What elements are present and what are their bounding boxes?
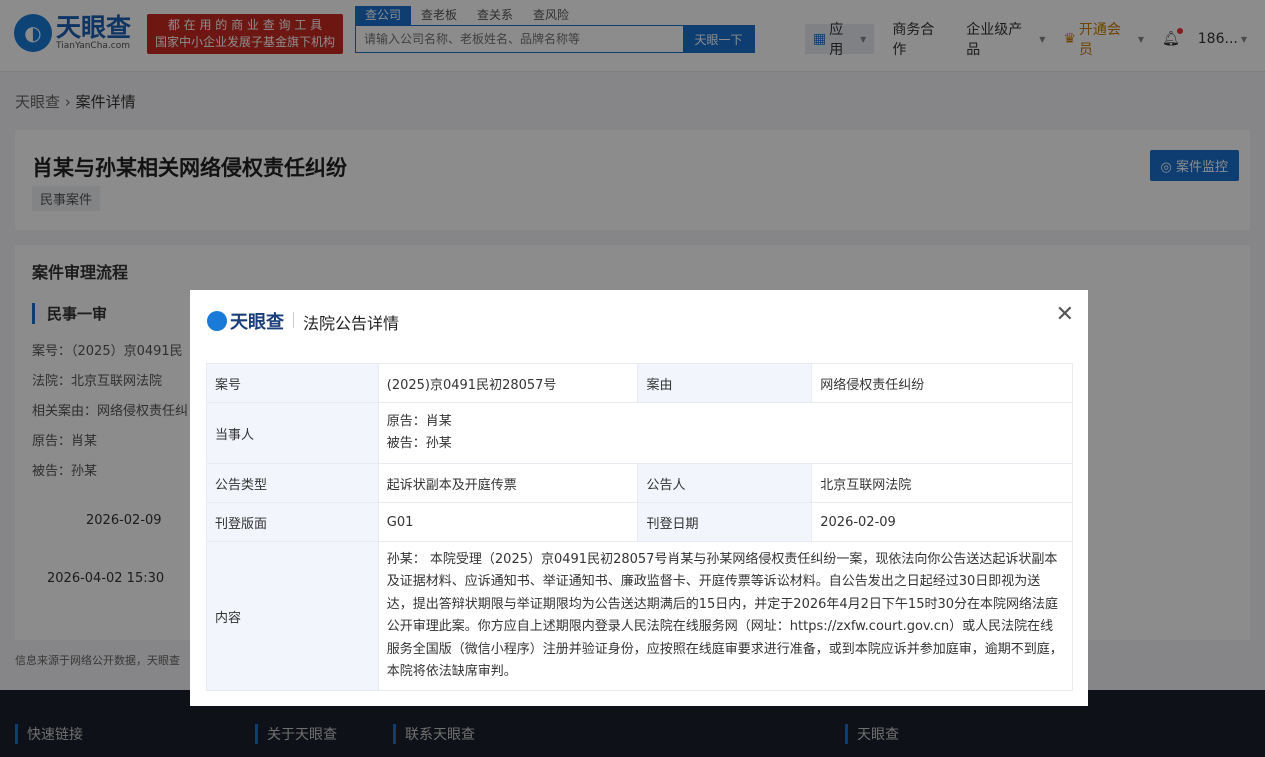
modal-logo-text: 天眼查 [230, 312, 284, 333]
value-type: 起诉状副本及开庭传票 [377, 463, 639, 503]
logo-eye-icon [207, 311, 227, 331]
value-page: G01 [377, 502, 639, 542]
notice-table: 案号 (2025)京0491民初28057号 案由 网络侵权责任纠纷 当事人 原告：肖某… [206, 363, 1074, 691]
table-row: 刊登版面 G01 刊登日期 2026-02-09 [206, 502, 1073, 542]
value-cause: 网络侵权责任纠纷 [811, 363, 1073, 403]
label-cause: 案由 [637, 363, 813, 403]
label-announcer: 公告人 [637, 463, 813, 503]
modal-logo: 天眼查 [207, 308, 284, 334]
label-type: 公告类型 [206, 463, 379, 503]
court-notice-modal: 天眼查 法院公告详情 ✕ 案号 (2025)京0491民初28057号 案由 网络侵权… [190, 290, 1088, 706]
label-content: 内容 [206, 541, 379, 691]
table-row: 案号 (2025)京0491民初28057号 案由 网络侵权责任纠纷 [206, 363, 1073, 403]
table-row: 内容 孙某： 本院受理（2025）京0491民初28057号肖某与孙某网络侵权责任… [206, 541, 1074, 691]
value-defendant: 被告：孙某 [386, 436, 452, 451]
value-announcer: 北京互联网法院 [811, 463, 1073, 503]
close-icon[interactable]: ✕ [1056, 304, 1074, 326]
label-parties: 当事人 [206, 402, 379, 464]
value-content: 孙某： 本院受理（2025）京0491民初28057号肖某与孙某网络侵权责任纠纷… [377, 541, 1074, 691]
value-case-no: (2025)京0491民初28057号 [377, 363, 639, 403]
table-row: 当事人 原告：肖某被告：孙某 [206, 402, 1074, 464]
label-case-no: 案号 [206, 363, 379, 403]
label-date: 刊登日期 [637, 502, 813, 542]
value-date: 2026-02-09 [811, 502, 1073, 542]
table-row: 公告类型 起诉状副本及开庭传票 公告人 北京互联网法院 [206, 463, 1073, 503]
value-plaintiff: 原告：肖某 [386, 414, 452, 429]
label-page: 刊登版面 [206, 502, 379, 542]
modal-title: 法院公告详情 [292, 310, 399, 334]
